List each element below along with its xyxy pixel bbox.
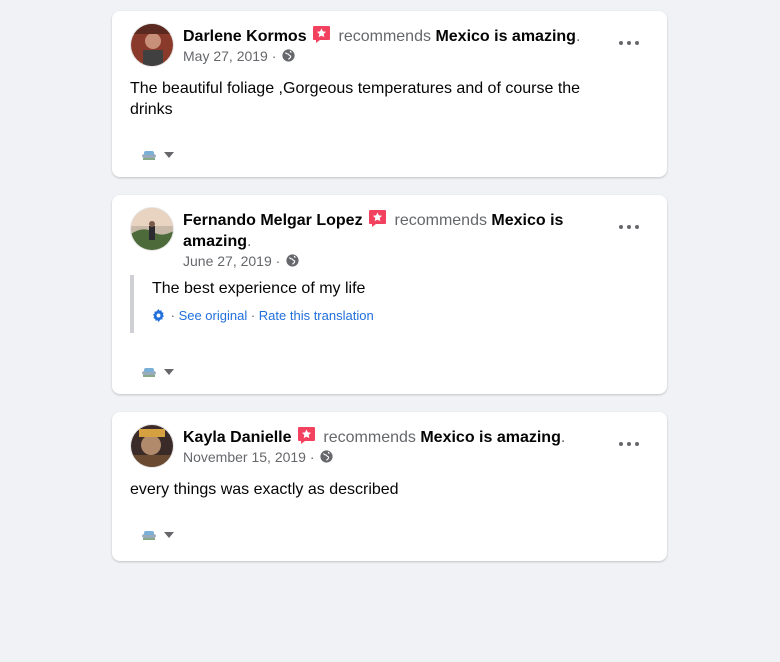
author-name[interactable]: Kayla Danielle [183, 429, 292, 446]
post-date[interactable]: June 27, 2019 · [183, 253, 280, 269]
reaction-button[interactable] [140, 529, 180, 543]
avatar[interactable] [130, 207, 174, 251]
translation-links: · See original · Rate this translation [152, 307, 550, 324]
more-options-icon[interactable] [617, 217, 641, 237]
review-card: Kayla Danielle recommends Mexico is amaz… [112, 412, 667, 561]
review-card: Darlene Kormos recommends Mexico is amaz… [112, 11, 667, 177]
post-date[interactable]: May 27, 2019 · [183, 48, 276, 64]
translation-block: The best experience of my life · See ori… [130, 275, 550, 333]
reaction-icon [142, 368, 156, 377]
globe-icon [320, 450, 334, 463]
gear-icon[interactable] [152, 309, 165, 322]
recommends-label: recommends [394, 212, 487, 229]
caret-down-icon [164, 369, 174, 375]
reaction-button[interactable] [140, 149, 180, 163]
author-name[interactable]: Fernando Melgar Lopez [183, 212, 363, 229]
more-options-icon[interactable] [617, 434, 641, 454]
recommends-label: recommends [338, 28, 431, 45]
recommends-label: recommends [323, 429, 416, 446]
post-header: Fernando Melgar Lopez recommends Mexico … [183, 209, 593, 270]
post-header: Darlene Kormos recommends Mexico is amaz… [183, 25, 603, 65]
review-text: The beautiful foliage ,Gorgeous temperat… [130, 80, 581, 118]
rate-translation-link[interactable]: Rate this translation [259, 308, 374, 323]
reaction-button[interactable] [140, 366, 180, 380]
more-options-icon[interactable] [617, 33, 641, 53]
caret-down-icon [164, 152, 174, 158]
page-link[interactable]: Mexico is amazing [420, 429, 561, 446]
globe-icon [282, 49, 295, 62]
recommend-star-icon [369, 210, 387, 227]
post-meta: November 15, 2019 · [183, 448, 603, 466]
page-link[interactable]: Mexico is amazing [435, 28, 576, 45]
avatar[interactable] [130, 424, 174, 468]
author-name[interactable]: Darlene Kormos [183, 28, 307, 45]
reaction-icon [142, 531, 156, 540]
post-meta: June 27, 2019 · [183, 252, 593, 270]
reaction-icon [142, 151, 156, 160]
review-text: every things was exactly as described [130, 481, 399, 498]
translated-text: The best experience of my life [152, 280, 366, 297]
see-original-link[interactable]: See original [179, 308, 248, 323]
recommend-star-icon [297, 427, 315, 444]
post-header: Kayla Danielle recommends Mexico is amaz… [183, 426, 603, 466]
review-card: Fernando Melgar Lopez recommends Mexico … [112, 195, 667, 394]
globe-icon [286, 254, 299, 267]
recommend-star-icon [313, 26, 331, 43]
caret-down-icon [164, 532, 174, 538]
post-meta: May 27, 2019 · [183, 47, 603, 65]
post-date[interactable]: November 15, 2019 · [183, 449, 315, 465]
avatar[interactable] [130, 23, 174, 67]
